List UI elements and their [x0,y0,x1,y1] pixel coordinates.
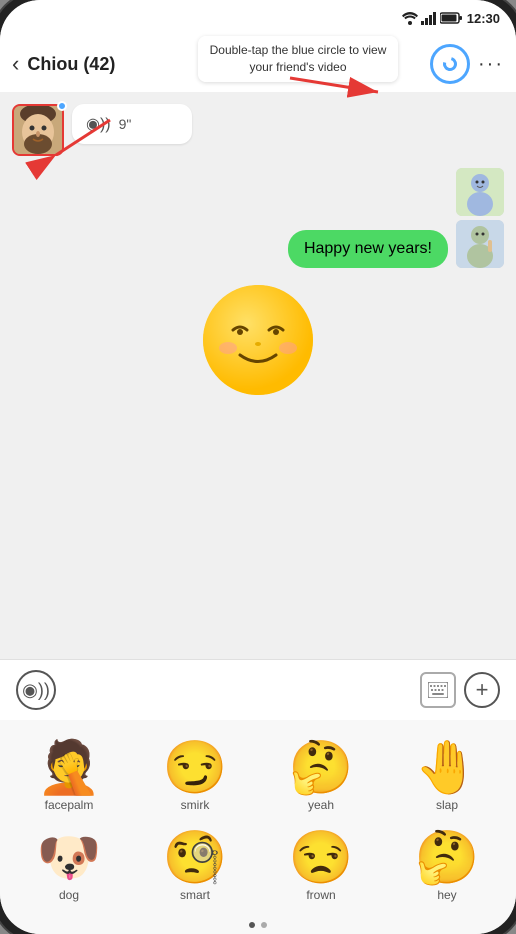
voice-bubble[interactable]: ◉)) 9" [72,104,192,144]
emoji-item[interactable]: 😏 smirk [134,736,256,818]
signal-icon [421,12,437,25]
emoji-item[interactable]: 🐶 dog [8,826,130,908]
emoji-sticker: 😏 [163,742,228,794]
emoji-item[interactable]: 🤔 yeah [260,736,382,818]
thumbnail-2[interactable] [456,220,504,268]
emoji-sticker: 🧐 [163,832,228,884]
status-bar: 12:30 [0,0,516,36]
emoji-label: smart [180,888,210,902]
emoji-label: hey [437,888,456,902]
back-button[interactable]: ‹ [12,51,19,77]
video-circle-icon [440,54,459,73]
emoji-sticker: 😒 [289,832,354,884]
emoji-item[interactable]: 🧐 smart [134,826,256,908]
status-icons: 12:30 [402,11,500,26]
emoji-item[interactable]: 🤔 hey [386,826,508,908]
emoji-item[interactable]: 😒 frown [260,826,382,908]
dot-2 [261,922,267,928]
sound-icon: ◉)) [86,114,111,134]
keyboard-icon [428,682,448,698]
phone-frame: 12:30 Double-tap the blue circle to view… [0,0,516,934]
emoji-label: facepalm [45,798,94,812]
add-button[interactable]: + [464,672,500,708]
avatar-container[interactable] [12,104,64,156]
big-emoji-display [198,280,318,405]
emoji-label: dog [59,888,79,902]
thumbnail-stack [456,168,504,268]
emoji-sticker: 🤔 [289,742,354,794]
emoji-svg [198,280,318,400]
emoji-label: frown [306,888,335,902]
emoji-label: slap [436,798,458,812]
video-circle-button[interactable] [430,44,470,84]
dot-1 [249,922,255,928]
chat-area: ◉)) 9" Happy new years! [0,92,516,659]
emoji-label: smirk [181,798,210,812]
keyboard-button[interactable] [420,672,456,708]
emoji-grid: 🤦 facepalm 😏 smirk 🤔 yeah 🤚 slap 🐶 dog 🧐 smart 😒 frow… [8,736,508,908]
online-dot [57,101,67,111]
time-display: 12:30 [467,11,500,26]
emoji-item[interactable]: 🤦 facepalm [8,736,130,818]
voice-message-row: ◉)) 9" [12,104,504,156]
tooltip-annotation: Double-tap the blue circle to view your … [198,36,398,82]
voice-duration: 9" [119,116,132,132]
input-right-controls: + [420,672,500,708]
emoji-sticker: 🤔 [415,832,480,884]
emoji-message-row [12,280,504,405]
emoji-label: yeah [308,798,334,812]
sender-avatar[interactable] [12,104,64,156]
thumb-2-svg [456,220,504,268]
more-button[interactable]: ··· [478,53,504,76]
emoji-sticker: 🤚 [415,742,480,794]
text-message-content: Happy new years! [304,240,432,257]
emoji-sticker: 🐶 [37,832,102,884]
mic-button[interactable]: ◉)) [16,670,56,710]
battery-icon [440,12,462,24]
text-message-row: Happy new years! [12,168,504,268]
text-bubble: Happy new years! [288,230,448,268]
plus-icon: + [476,679,489,701]
tooltip-text: Double-tap the blue circle to view your … [210,43,387,74]
mic-icon: ◉)) [22,680,50,701]
avatar-face-svg [14,106,62,154]
wifi-icon [402,12,418,25]
input-area: ◉)) + [0,659,516,720]
emoji-sticker: 🤦 [37,742,102,794]
dot-indicator [0,916,516,934]
emoji-item[interactable]: 🤚 slap [386,736,508,818]
thumb-1-svg [456,168,504,216]
emoji-picker: 🤦 facepalm 😏 smirk 🤔 yeah 🤚 slap 🐶 dog 🧐 smart 😒 frow… [0,720,516,916]
thumbnail-1[interactable] [456,168,504,216]
